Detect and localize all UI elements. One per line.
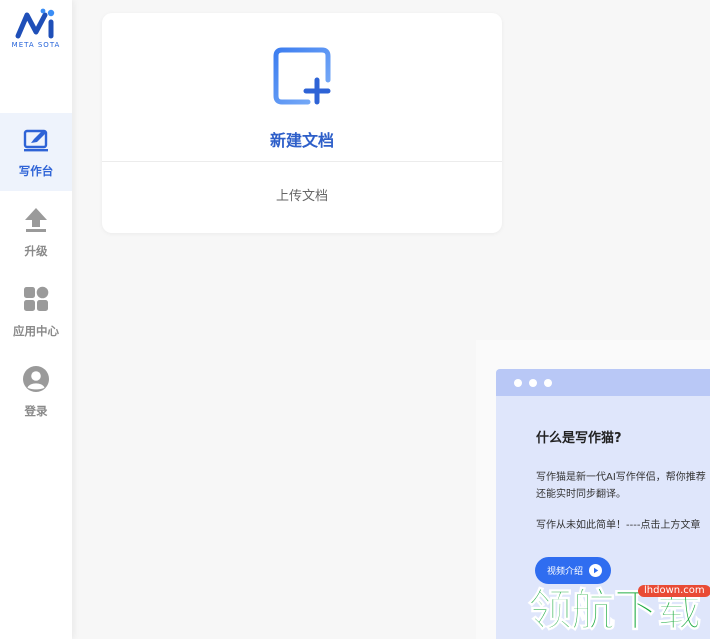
sidebar-item-label: 应用中心 bbox=[13, 324, 59, 338]
sidebar-item-upgrade[interactable]: 升级 bbox=[0, 193, 72, 271]
window-dot bbox=[529, 379, 537, 387]
sidebar-item-login[interactable]: 登录 bbox=[0, 353, 72, 431]
apps-grid-icon bbox=[24, 286, 49, 311]
intro-text-line: 还能实时同步翻译。 bbox=[536, 489, 626, 500]
play-icon bbox=[589, 564, 602, 577]
new-document-button[interactable]: 新建文档 bbox=[102, 13, 502, 161]
sidebar-item-app-center[interactable]: 应用中心 bbox=[0, 273, 72, 351]
window-dot bbox=[544, 379, 552, 387]
card-divider bbox=[102, 161, 502, 162]
new-document-label: 新建文档 bbox=[269, 131, 334, 150]
edit-icon bbox=[23, 129, 48, 152]
upload-arrow-icon bbox=[25, 208, 47, 232]
upload-document-button[interactable]: 上传文档 bbox=[102, 185, 502, 204]
app-window: META SOTA 写作台 升级 应用中心 登录 新建文档 上传文档 什么是写作… bbox=[0, 0, 710, 639]
intro-title: 什么是写作猫? bbox=[536, 431, 622, 446]
intro-text-line: 写作从未如此简单！----点击上方文章 bbox=[536, 520, 701, 531]
sidebar-item-label: 写作台 bbox=[18, 164, 54, 178]
sidebar-item-label: 登录 bbox=[24, 404, 48, 418]
watermark-site: lhdown.com bbox=[638, 585, 710, 597]
intro-window-header bbox=[496, 369, 710, 396]
sidebar-item-label: 升级 bbox=[24, 244, 48, 258]
user-avatar-icon bbox=[23, 366, 49, 392]
sidebar-item-writing-desk[interactable]: 写作台 bbox=[0, 113, 72, 191]
sidebar: META SOTA 写作台 升级 应用中心 登录 bbox=[0, 0, 72, 639]
metasota-logo-icon bbox=[15, 8, 55, 39]
logo[interactable]: META SOTA bbox=[0, 8, 72, 58]
video-intro-button[interactable]: 视频介绍 bbox=[535, 557, 611, 584]
document-card: 新建文档 上传文档 bbox=[102, 13, 502, 233]
video-intro-label: 视频介绍 bbox=[547, 567, 584, 577]
new-document-icon bbox=[273, 47, 331, 105]
window-dot bbox=[514, 379, 522, 387]
logo-text: META SOTA bbox=[11, 41, 61, 49]
watermark: 领航下载 lhdown.com bbox=[528, 581, 710, 639]
intro-text-line: 写作猫是新一代AI写作伴侣，帮你推荐 bbox=[536, 472, 706, 483]
